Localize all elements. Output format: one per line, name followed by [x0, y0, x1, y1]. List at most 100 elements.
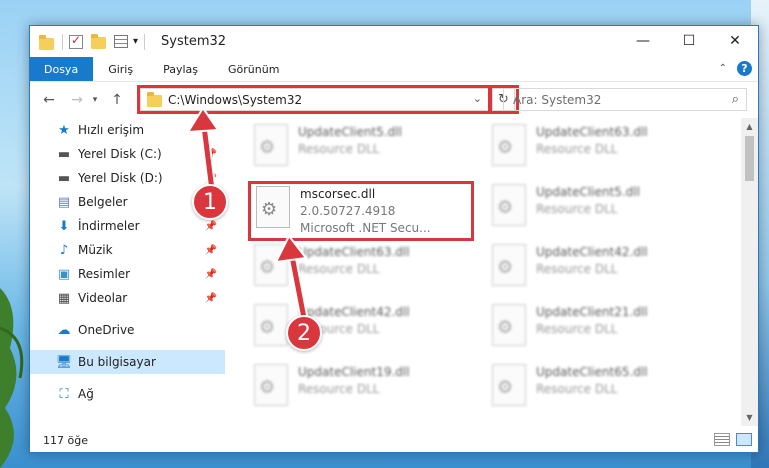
- list-item[interactable]: UpdateClient42.dllResource DLL: [248, 300, 468, 358]
- search-icon[interactable]: ⌕: [732, 92, 739, 107]
- tab-paylas[interactable]: Paylaş: [148, 57, 213, 81]
- ribbon-tabs: Dosya Giriş Paylaş Görünüm ⌃ ?: [30, 57, 758, 82]
- file-desc: Resource DLL: [536, 202, 618, 216]
- tab-dosya[interactable]: Dosya: [30, 57, 94, 81]
- window-title: System32: [161, 34, 227, 49]
- details-view-icon[interactable]: [714, 433, 730, 446]
- sidebar-item-label: Hızlı erişim: [78, 123, 145, 137]
- dll-file-icon: [254, 364, 288, 406]
- sidebar-item-label: Ağ: [78, 387, 94, 401]
- sidebar-item-pictures[interactable]: ▣ Resimler 📌: [30, 262, 225, 286]
- file-name: UpdateClient63.dll: [536, 125, 648, 139]
- list-item[interactable]: UpdateClient5.dll Resource DLL: [486, 180, 706, 238]
- file-desc: Microsoft .NET Secu...: [300, 221, 431, 235]
- file-name: UpdateClient19.dll: [298, 365, 410, 379]
- sidebar-item-network[interactable]: ⛶ Ağ: [30, 382, 225, 406]
- pin-icon[interactable]: 📌: [205, 173, 217, 184]
- sidebar-item-downloads[interactable]: ⬇ İndirmeler 📌: [30, 214, 225, 238]
- tab-giris[interactable]: Giriş: [93, 57, 148, 81]
- list-item[interactable]: UpdateClient63.dll Resource DLL: [486, 120, 706, 178]
- file-desc: Resource DLL: [536, 322, 618, 336]
- drive-icon: ▬: [57, 170, 71, 186]
- file-name: UpdateClient63.dll: [298, 245, 410, 259]
- address-dropdown-icon[interactable]: ⌄: [473, 92, 482, 105]
- tab-gorunum[interactable]: Görünüm: [213, 57, 294, 81]
- file-name: UpdateClient65.dll: [536, 365, 648, 379]
- cloud-icon: ☁: [57, 322, 71, 338]
- desktop-palm-decoration: [0, 288, 24, 468]
- dll-file-icon: [492, 364, 526, 406]
- sidebar-item-videos[interactable]: ▦ Videolar 📌: [30, 286, 225, 310]
- list-item[interactable]: UpdateClient63.dll Resource DLL: [248, 240, 468, 298]
- properties-check-icon[interactable]: [69, 33, 83, 49]
- list-item[interactable]: UpdateClient19.dll Resource DLL: [248, 360, 468, 418]
- ribbon-collapse-icon[interactable]: ⌃: [719, 63, 727, 74]
- sidebar-item-music[interactable]: ♪ Müzik 📌: [30, 238, 225, 262]
- vertical-scrollbar[interactable]: ▲ ▼: [741, 118, 758, 426]
- sidebar-item-disk-d[interactable]: ▬ Yerel Disk (D:) 📌: [30, 166, 225, 190]
- close-button[interactable]: ✕: [712, 26, 758, 56]
- pin-icon[interactable]: 📌: [205, 293, 217, 304]
- star-icon: ★: [58, 122, 70, 138]
- computer-icon: 🖥: [55, 354, 73, 370]
- title-separator: [144, 33, 146, 50]
- pin-icon[interactable]: 📌: [205, 269, 217, 280]
- file-desc: Resource DLL: [536, 142, 618, 156]
- list-item[interactable]: UpdateClient65.dll Resource DLL: [486, 360, 706, 418]
- window-controls: — ☐ ✕: [620, 26, 758, 56]
- address-bar[interactable]: C:\Windows\System32 ⌄: [140, 88, 489, 111]
- view-switcher: [714, 433, 752, 446]
- list-item-mscorsec[interactable]: mscorsec.dll 2.0.50727.4918 Microsoft .N…: [250, 182, 470, 240]
- sidebar-item-this-pc[interactable]: 🖥 Bu bilgisayar: [30, 350, 225, 374]
- sidebar-item-disk-c[interactable]: ▬ Yerel Disk (C:) 📌: [30, 142, 225, 166]
- sidebar-item-quick-access[interactable]: ★ Hızlı erişim: [30, 118, 225, 142]
- file-name: UpdateClient21.dll: [536, 305, 648, 319]
- sidebar-item-label: Bu bilgisayar: [78, 355, 156, 369]
- quick-access-props-icon[interactable]: [114, 35, 128, 48]
- maximize-button[interactable]: ☐: [666, 26, 712, 56]
- file-desc: Resource DLL: [298, 142, 380, 156]
- title-separator: [62, 33, 63, 50]
- file-name: UpdateClient42.dll: [536, 245, 648, 259]
- forward-arrow-icon[interactable]: →: [66, 92, 88, 108]
- back-arrow-icon[interactable]: ←: [38, 92, 60, 108]
- music-icon: ♪: [59, 242, 69, 258]
- recent-locations-icon[interactable]: ▾: [88, 95, 102, 105]
- dll-file-icon: [492, 304, 526, 346]
- list-item[interactable]: UpdateClient42.dll Resource DLL: [486, 240, 706, 298]
- file-desc: Resource DLL: [298, 262, 380, 276]
- sidebar-item-label: İndirmeler: [78, 219, 140, 233]
- file-desc: Resource DLL: [536, 382, 618, 396]
- file-name: mscorsec.dll: [300, 187, 376, 201]
- file-desc: Resource DLL: [536, 262, 618, 276]
- list-item[interactable]: UpdateClient21.dll Resource DLL: [486, 300, 706, 358]
- quick-access-dropdown-icon[interactable]: ▾: [133, 36, 138, 47]
- help-icon[interactable]: ?: [737, 61, 752, 76]
- network-icon: ⛶: [59, 386, 69, 402]
- file-name: UpdateClient5.dll: [298, 125, 402, 139]
- up-arrow-icon[interactable]: ↑: [106, 92, 128, 108]
- new-folder-icon[interactable]: [91, 34, 106, 49]
- pin-icon[interactable]: 📌: [205, 245, 217, 256]
- minimize-button[interactable]: —: [620, 26, 666, 56]
- sidebar-item-label: Belgeler: [78, 195, 128, 209]
- dll-file-icon: [492, 184, 526, 226]
- tiles-view-icon[interactable]: [736, 433, 752, 446]
- file-version: 2.0.50727.4918: [300, 204, 396, 218]
- list-item[interactable]: UpdateClient5.dll Resource DLL: [248, 120, 468, 178]
- pin-icon[interactable]: 📌: [205, 149, 217, 160]
- file-name: UpdateClient5.dll: [536, 185, 640, 199]
- scroll-up-icon[interactable]: ▲: [741, 118, 758, 135]
- sidebar-item-onedrive[interactable]: ☁ OneDrive: [30, 318, 225, 342]
- pin-icon[interactable]: 📌: [205, 221, 217, 232]
- search-input[interactable]: Ara: System32 ⌕: [503, 88, 747, 111]
- sidebar-item-label: OneDrive: [78, 323, 135, 337]
- scroll-thumb[interactable]: [745, 136, 754, 181]
- scroll-down-icon[interactable]: ▼: [741, 409, 758, 426]
- drive-icon: ▬: [57, 146, 71, 162]
- dll-file-icon: [492, 124, 526, 166]
- pictures-icon: ▣: [57, 266, 71, 282]
- videos-icon: ▦: [57, 290, 71, 306]
